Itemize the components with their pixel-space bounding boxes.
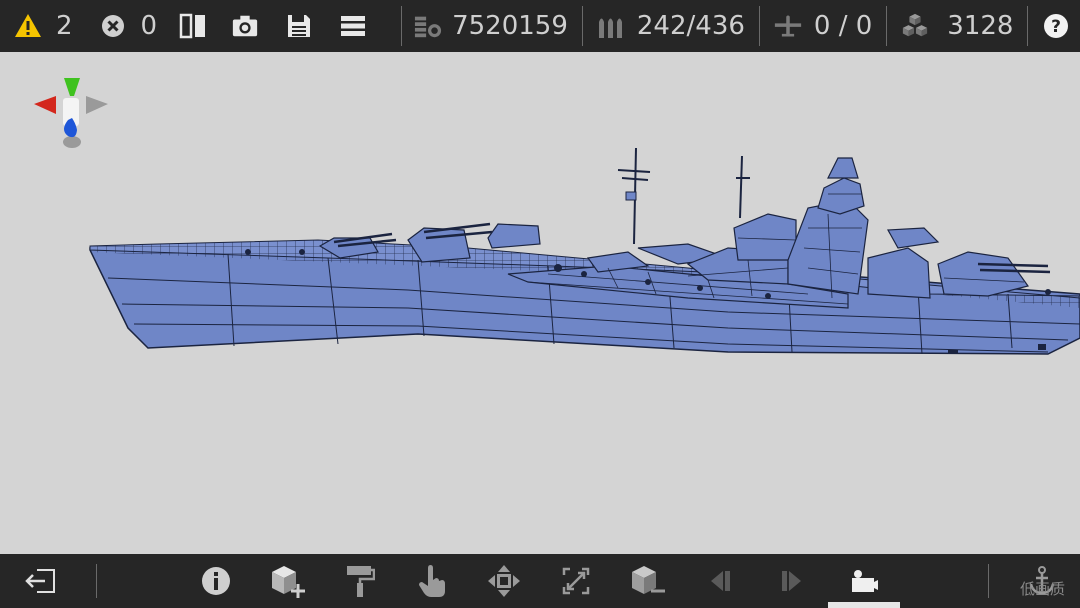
separator — [581, 6, 583, 46]
help-icon[interactable]: ? — [1042, 12, 1070, 40]
svg-text:?: ? — [1052, 17, 1062, 37]
separator — [401, 6, 403, 46]
cost-value: 7520159 — [452, 11, 568, 41]
watermark: 低画质 — [1020, 580, 1066, 598]
hand-select-icon[interactable] — [414, 563, 450, 599]
ammo-stat: 242/436 — [597, 0, 745, 52]
ship-editor: 2 0 7520159 242/436 0 / 0 3128 ? 低画质 — [0, 0, 1080, 608]
exit-icon[interactable] — [22, 563, 58, 599]
previous-icon[interactable] — [702, 563, 738, 599]
parts-stat: 3128 — [901, 0, 1013, 52]
split-view-icon[interactable] — [179, 12, 207, 40]
warnings-button[interactable]: 2 — [14, 0, 73, 52]
scale-icon[interactable] — [558, 563, 594, 599]
info-icon[interactable] — [198, 563, 234, 599]
cost-icon — [414, 12, 442, 40]
warning-icon — [14, 12, 42, 40]
error-icon — [99, 12, 127, 40]
move-icon[interactable] — [486, 563, 522, 599]
bottom-toolbar — [0, 554, 1080, 608]
camera-mode-icon[interactable] — [846, 563, 882, 599]
warnings-count: 2 — [56, 11, 73, 41]
active-tool-indicator — [828, 602, 900, 608]
camera-icon[interactable] — [231, 12, 259, 40]
parts-value: 3128 — [947, 11, 1014, 41]
aircraft-icon — [774, 12, 802, 40]
separator — [96, 564, 97, 598]
cost-stat: 7520159 — [414, 0, 568, 52]
ammo-icon — [597, 12, 625, 40]
menu-icon[interactable] — [339, 12, 367, 40]
errors-button[interactable]: 0 — [99, 0, 158, 52]
aircraft-stat: 0 / 0 — [774, 0, 872, 52]
save-icon[interactable] — [285, 12, 313, 40]
separator — [758, 6, 760, 46]
orientation-gizmo-icon[interactable] — [30, 76, 114, 152]
aircraft-value: 0 / 0 — [813, 11, 873, 41]
next-icon[interactable] — [774, 563, 810, 599]
paint-roller-icon[interactable] — [342, 563, 378, 599]
parts-icon — [901, 12, 929, 40]
add-part-icon[interactable] — [270, 563, 306, 599]
3d-viewport[interactable] — [0, 52, 1080, 554]
battleship-model[interactable] — [88, 148, 1080, 360]
separator — [886, 6, 888, 46]
separator — [1027, 6, 1029, 46]
errors-count: 0 — [140, 11, 158, 41]
ammo-value: 242/436 — [636, 11, 745, 41]
remove-part-icon[interactable] — [630, 563, 666, 599]
separator — [988, 564, 989, 598]
top-toolbar: 2 0 7520159 242/436 0 / 0 3128 ? — [0, 0, 1080, 52]
